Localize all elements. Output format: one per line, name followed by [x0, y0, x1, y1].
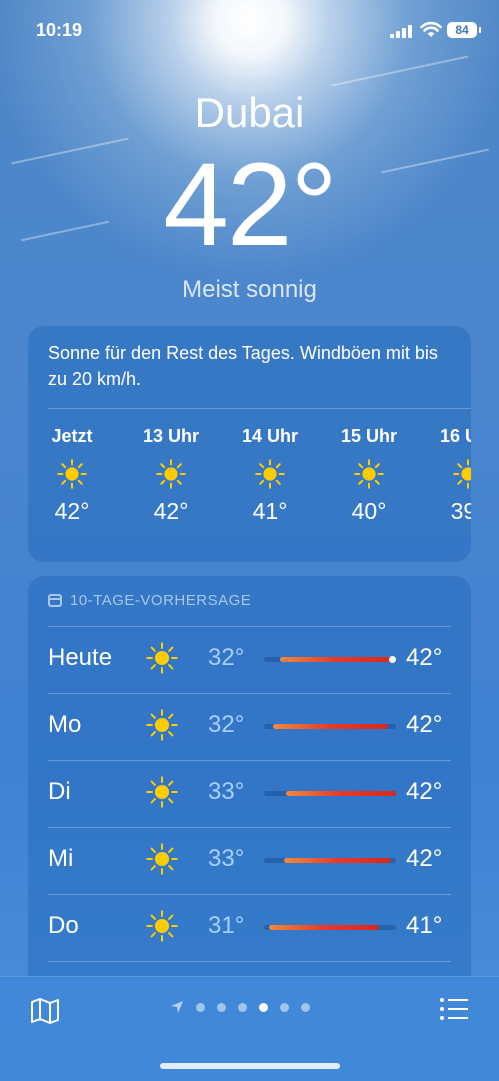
sun-icon [146, 910, 178, 942]
wifi-icon [420, 21, 442, 37]
forecast-day: Mo [48, 711, 82, 738]
page-dot[interactable] [301, 1002, 310, 1012]
hourly-item: 15 Uhr 40° [329, 426, 409, 525]
low-temperature: 32° [208, 644, 245, 671]
hour-label: Jetzt [51, 426, 93, 446]
forecast-row[interactable]: Do 31° 41° [28, 894, 471, 960]
page-dot[interactable] [196, 1002, 205, 1012]
high-temperature: 42° [406, 778, 443, 805]
hourly-scroller[interactable]: Jetzt 42° 13 Uhr 42° 14 Uhr 41° 15 Uhr 40° 16 Uh… [28, 426, 471, 546]
forecast-row[interactable]: Mi 33° 42° [28, 827, 471, 893]
forecast-title: 10-TAGE-VORHERSAGE [70, 592, 252, 609]
low-temperature: 32° [208, 711, 245, 738]
temperature-range-fill [273, 724, 389, 729]
page-dot[interactable] [217, 1002, 226, 1012]
sun-icon [146, 709, 178, 741]
battery-icon: 84 [447, 22, 481, 38]
hourly-item: 14 Uhr 41° [230, 426, 310, 525]
bottom-toolbar [0, 976, 499, 1081]
current-weather: Dubai 42° Meist sonnig [0, 88, 499, 304]
high-temperature: 42° [406, 644, 443, 671]
sun-icon [156, 459, 186, 489]
sun-icon [255, 459, 285, 489]
temperature-range-bar [264, 724, 396, 729]
city-name: Dubai [194, 89, 305, 136]
temperature-range-fill [283, 858, 391, 863]
forecast-day: Heute [48, 644, 113, 671]
page-dot-active[interactable] [259, 1002, 268, 1012]
hourly-item: 13 Uhr 42° [131, 426, 211, 525]
temperature-range-bar [264, 791, 396, 796]
home-indicator[interactable] [160, 1063, 340, 1069]
hour-temperature: 42° [54, 498, 90, 524]
divider [48, 408, 471, 409]
hour-label: 13 Uhr [142, 426, 200, 446]
temperature-range-fill [269, 925, 379, 930]
low-temperature: 31° [208, 912, 245, 939]
current-temperature: 42° [163, 139, 337, 271]
sun-icon [146, 843, 178, 875]
hour-temperature: 42° [153, 498, 189, 524]
status-bar: 10:19 84 [0, 18, 499, 44]
temperature-range-fill [286, 791, 396, 796]
hour-temperature: 39° [450, 498, 471, 524]
page-indicator[interactable] [170, 999, 316, 1015]
divider [48, 961, 451, 962]
temperature-range-bar [264, 858, 396, 863]
page-dot[interactable] [238, 1002, 247, 1012]
hour-label: 16 Uhr [439, 426, 471, 446]
low-temperature: 33° [208, 778, 245, 805]
temperature-range-bar [264, 925, 396, 930]
forecast-day: Do [48, 912, 79, 939]
sun-icon [453, 459, 471, 489]
cloud-streak [331, 55, 469, 87]
forecast-row[interactable]: Di 33° 42° [28, 760, 471, 826]
temperature-range-fill [279, 657, 393, 662]
hourly-summary: Sonne für den Rest des Tages. Windböen m… [48, 343, 438, 389]
hour-label: 14 Uhr [241, 426, 299, 446]
forecast-row[interactable]: Mo 32° 42° [28, 693, 471, 759]
page-dot[interactable] [280, 1002, 289, 1012]
hour-label: 15 Uhr [340, 426, 398, 446]
hourly-item: Jetzt 42° [32, 426, 112, 525]
forecast-row[interactable]: Heute 32° 42° [28, 626, 471, 692]
status-time: 10:19 [36, 20, 83, 40]
calendar-icon [48, 594, 62, 607]
forecast-day: Di [48, 778, 71, 805]
hour-temperature: 41° [252, 498, 288, 524]
weather-condition: Meist sonnig [182, 276, 317, 303]
high-temperature: 41° [406, 912, 443, 939]
list-icon[interactable] [439, 997, 469, 1021]
map-icon[interactable] [30, 997, 60, 1025]
ten-day-forecast-card[interactable]: 10-TAGE-VORHERSAGE Heute 32° 42° Mo 32° 42° Di… [28, 576, 471, 996]
sun-icon [57, 459, 87, 489]
hourly-item: 16 Uhr 39° [428, 426, 471, 525]
sun-icon [146, 776, 178, 808]
high-temperature: 42° [406, 845, 443, 872]
low-temperature: 33° [208, 845, 245, 872]
sun-icon [146, 642, 178, 674]
cellular-signal-icon [390, 24, 416, 38]
location-arrow-icon[interactable] [170, 1000, 184, 1014]
forecast-day: Mi [48, 845, 74, 872]
hourly-forecast-card[interactable]: Sonne für den Rest des Tages. Windböen m… [28, 326, 471, 562]
temperature-range-bar [264, 656, 397, 663]
forecast-header: 10-TAGE-VORHERSAGE [48, 592, 251, 609]
high-temperature: 42° [406, 711, 443, 738]
current-temperature-marker [389, 656, 397, 663]
sun-icon [354, 459, 384, 489]
hour-temperature: 40° [351, 498, 387, 524]
